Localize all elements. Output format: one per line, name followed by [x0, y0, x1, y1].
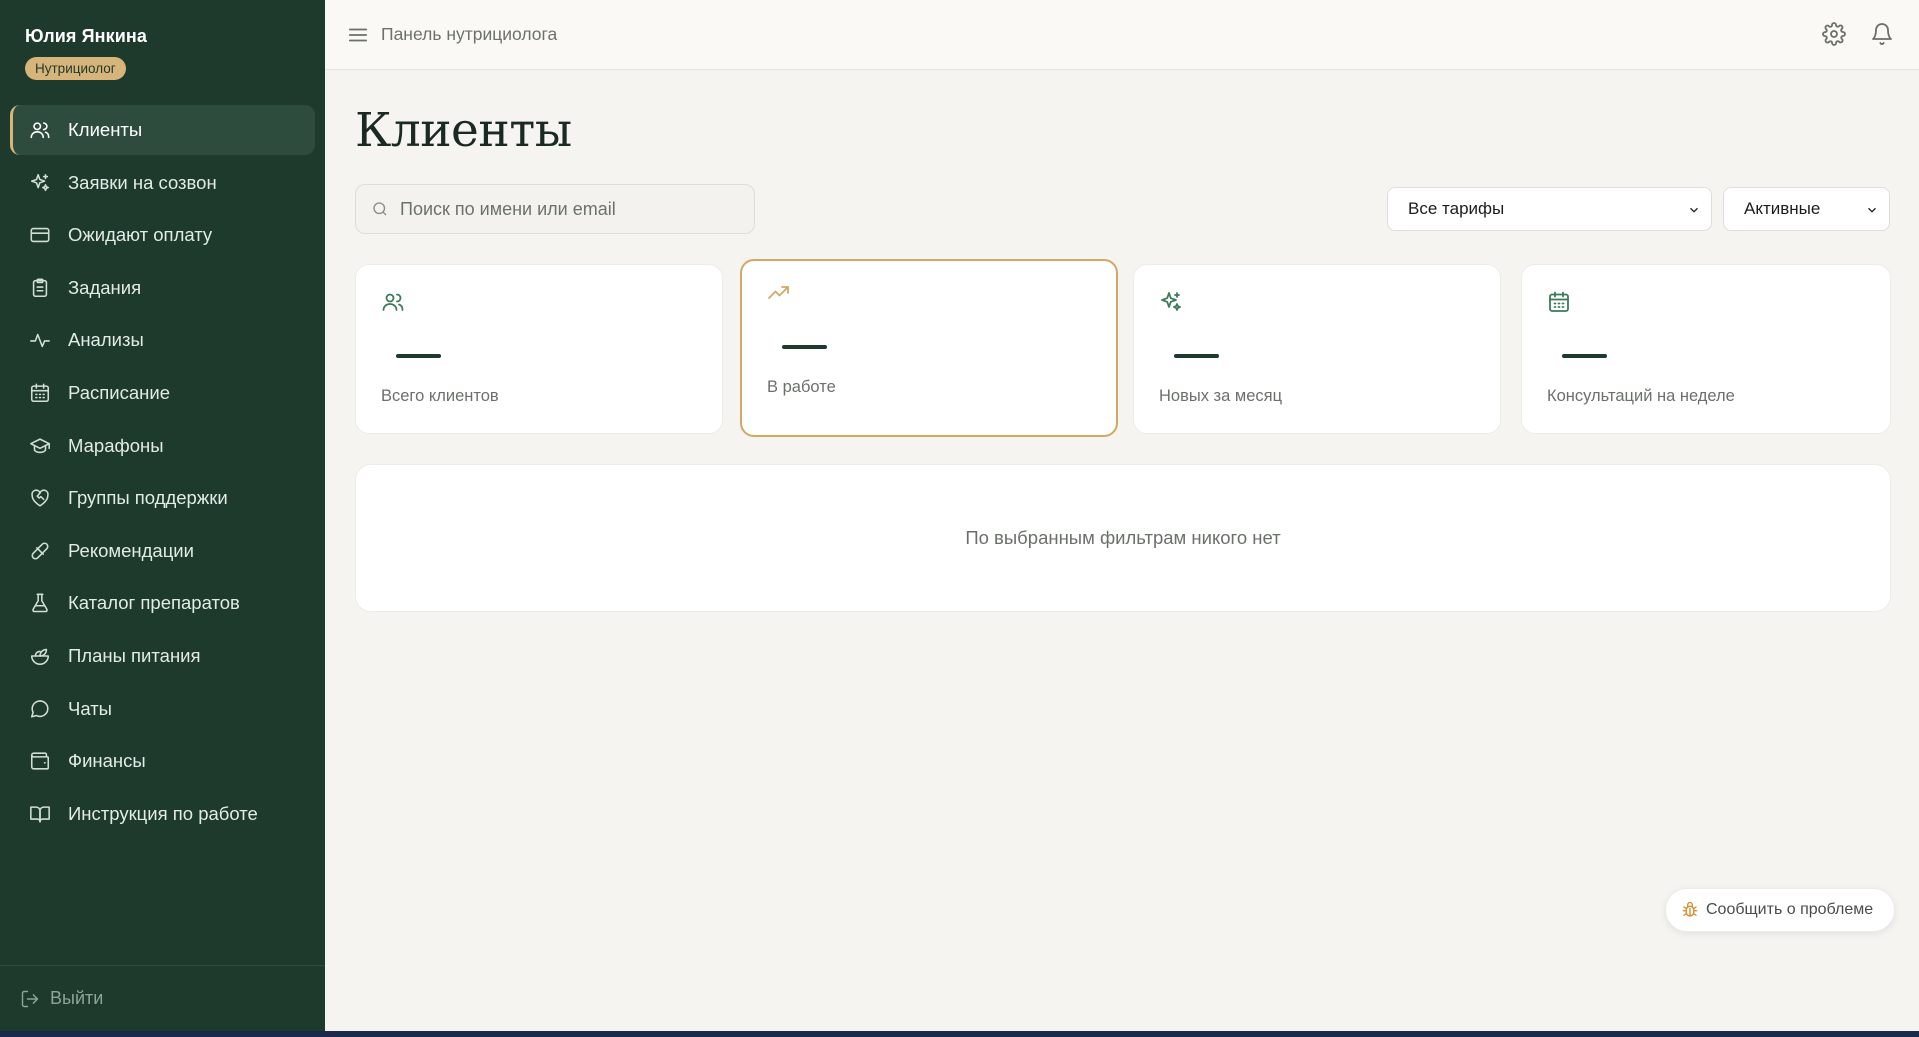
- main-content: Клиенты Все тарифы Активные Всего клиент…: [355, 70, 1891, 612]
- logout-button[interactable]: Выйти: [0, 965, 325, 1031]
- sidebar-item-label: Заявки на созвон: [68, 171, 217, 193]
- sidebar-item-label: Финансы: [68, 750, 146, 772]
- report-problem-label: Сообщить о проблеме: [1706, 901, 1874, 918]
- sidebar-item-label: Ожидают оплату: [68, 224, 213, 246]
- empty-state: По выбранным фильтрам никого нет: [355, 464, 1891, 612]
- stat-card-new-this-month[interactable]: Новых за месяц: [1133, 264, 1501, 434]
- user-profile: Юлия Янкина Нутрициолог: [0, 0, 325, 80]
- search-icon: [373, 202, 387, 216]
- book-open-icon: [28, 802, 52, 826]
- user-name: Юлия Янкина: [25, 26, 147, 46]
- sidebar-item-label: Задания: [68, 276, 142, 298]
- tariff-filter-select[interactable]: Все тарифы: [1387, 187, 1712, 231]
- calendar-icon: [1547, 290, 1573, 316]
- stats-row: Всего клиентов В работе Новых за месяц К…: [355, 259, 1891, 437]
- graduation-cap-icon: [28, 434, 52, 458]
- users-icon: [28, 118, 52, 142]
- tariff-filter-value: Все тарифы: [1408, 199, 1505, 218]
- stat-card-in-progress[interactable]: В работе: [740, 259, 1118, 437]
- sidebar-item-analyses[interactable]: Анализы: [10, 315, 315, 365]
- top-bar: Панель нутрициолога: [325, 0, 1919, 70]
- gear-icon[interactable]: [1822, 22, 1846, 46]
- sidebar-item-chats[interactable]: Чаты: [10, 684, 315, 734]
- stat-value-placeholder: [1562, 354, 1607, 358]
- empty-state-message: По выбранным фильтрам никого нет: [965, 527, 1281, 548]
- heart-handshake-icon: [28, 486, 52, 510]
- sidebar-item-marathons[interactable]: Марафоны: [10, 421, 315, 471]
- stat-value-placeholder: [1174, 354, 1219, 358]
- logout-label: Выйти: [50, 988, 104, 1008]
- sidebar-item-label: Каталог препаратов: [68, 592, 240, 614]
- status-filter-select[interactable]: Активные: [1723, 187, 1890, 231]
- chevron-down-icon: [1865, 202, 1879, 216]
- pill-icon: [28, 539, 52, 563]
- breadcrumb: Панель нутрициолога: [381, 24, 558, 44]
- sidebar-item-awaiting-payment[interactable]: Ожидают оплату: [10, 210, 315, 260]
- stat-label: Новых за месяц: [1159, 387, 1283, 405]
- menu-icon[interactable]: [347, 24, 369, 46]
- sparkles-icon: [28, 171, 52, 195]
- sidebar-item-support-groups[interactable]: Группы поддержки: [10, 473, 315, 523]
- logout-icon: [21, 990, 39, 1007]
- sparkles-icon: [1159, 290, 1185, 316]
- sidebar: Юлия Янкина Нутрициолог Клиенты Заявки н…: [0, 0, 325, 1031]
- sidebar-item-drug-catalog[interactable]: Каталог препаратов: [10, 578, 315, 628]
- credit-card-icon: [28, 223, 52, 247]
- filters-bar: Все тарифы Активные: [355, 184, 1891, 234]
- sidebar-item-label: Инструкция по работе: [68, 802, 258, 824]
- sidebar-item-label: Планы питания: [68, 644, 201, 666]
- clipboard-icon: [28, 276, 52, 300]
- status-filter-value: Активные: [1744, 199, 1821, 218]
- stat-value-placeholder: [396, 354, 441, 358]
- sidebar-item-label: Анализы: [68, 329, 144, 351]
- users-icon: [381, 290, 407, 316]
- sidebar-item-finance[interactable]: Финансы: [10, 736, 315, 786]
- report-problem-button[interactable]: Сообщить о проблеме: [1665, 888, 1895, 932]
- sidebar-item-label: Расписание: [68, 381, 170, 403]
- bell-icon[interactable]: [1870, 22, 1894, 46]
- sidebar-item-label: Клиенты: [68, 119, 143, 140]
- stat-card-consultations-this-week[interactable]: Консультаций на неделе: [1521, 264, 1891, 434]
- sidebar-item-meal-plans[interactable]: Планы питания: [10, 631, 315, 681]
- chevron-down-icon: [1687, 202, 1701, 216]
- stat-card-total-clients[interactable]: Всего клиентов: [355, 264, 723, 434]
- message-circle-icon: [28, 697, 52, 721]
- sidebar-item-tasks[interactable]: Задания: [10, 263, 315, 313]
- sidebar-item-label: Рекомендации: [68, 539, 194, 561]
- sidebar-item-label: Чаты: [68, 697, 112, 719]
- wallet-icon: [28, 749, 52, 773]
- sidebar-nav: Клиенты Заявки на созвон Ожидают оплату …: [10, 105, 315, 841]
- stat-label: Консультаций на неделе: [1547, 387, 1735, 405]
- trending-up-icon: [767, 281, 793, 307]
- page-title: Клиенты: [355, 103, 572, 158]
- sidebar-item-call-requests[interactable]: Заявки на созвон: [10, 158, 315, 208]
- sidebar-item-label: Марафоны: [68, 434, 164, 456]
- sidebar-item-schedule[interactable]: Расписание: [10, 368, 315, 418]
- flask-icon: [28, 591, 52, 615]
- taskbar-strip: [0, 1031, 1919, 1037]
- sidebar-item-clients[interactable]: Клиенты: [10, 105, 315, 155]
- top-actions: [1822, 22, 1894, 46]
- role-badge: Нутрициолог: [25, 57, 126, 80]
- calendar-icon: [28, 381, 52, 405]
- sidebar-item-instructions[interactable]: Инструкция по работе: [10, 789, 315, 839]
- stat-value-placeholder: [782, 345, 827, 349]
- stat-label: В работе: [767, 378, 836, 396]
- salad-icon: [28, 644, 52, 668]
- bug-icon: [1682, 901, 1698, 917]
- search-input[interactable]: [400, 198, 740, 220]
- search-box: [355, 184, 755, 234]
- stat-label: Всего клиентов: [381, 387, 499, 405]
- activity-icon: [28, 328, 52, 352]
- sidebar-item-label: Группы поддержки: [68, 487, 228, 509]
- sidebar-item-recommendations[interactable]: Рекомендации: [10, 526, 315, 576]
